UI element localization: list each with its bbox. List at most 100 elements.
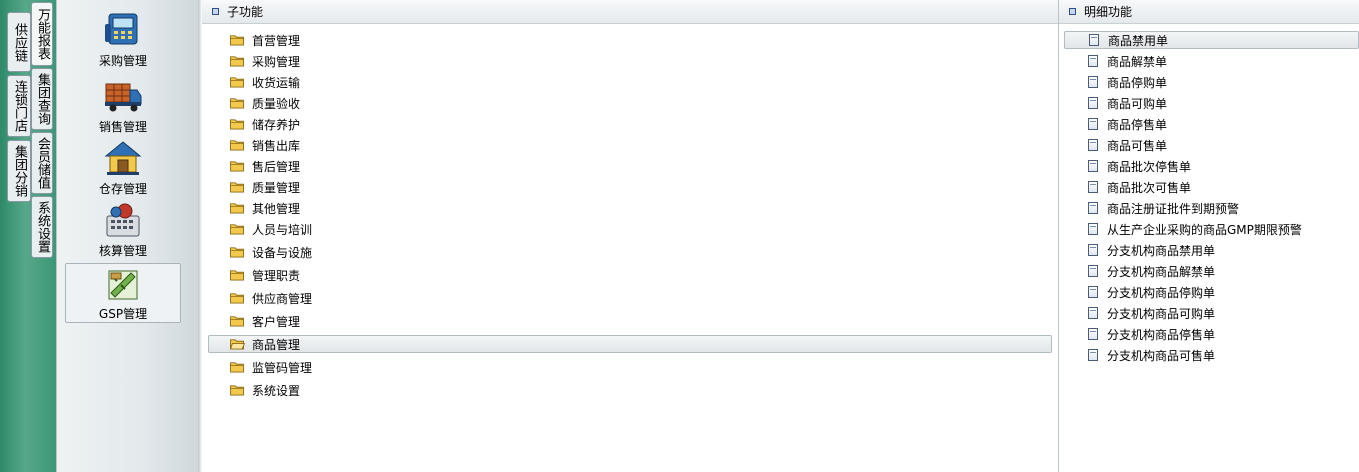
sub-function-item[interactable]: 质量验收 xyxy=(229,94,529,112)
folder-icon xyxy=(230,98,244,109)
document-icon xyxy=(1088,202,1098,214)
tab-label: 系统设置 xyxy=(35,201,50,253)
sub-function-label: 质量管理 xyxy=(252,180,301,195)
tab-label: 供应链 xyxy=(12,22,27,62)
sub-function-item[interactable]: 其他管理 xyxy=(229,199,529,217)
document-icon xyxy=(1088,244,1098,256)
folder-icon xyxy=(230,224,244,235)
module-warehouse[interactable]: 仓存管理 xyxy=(65,138,181,198)
detail-function-item[interactable]: 商品注册证批件到期预警 xyxy=(1088,199,1356,217)
detail-function-item[interactable]: 商品批次可售单 xyxy=(1088,178,1356,196)
sub-function-item[interactable]: 售后管理 xyxy=(229,157,529,175)
sub-function-item[interactable]: 收货运输 xyxy=(229,73,529,91)
module-accounting[interactable]: 核算管理 xyxy=(65,200,181,260)
tab-group-query[interactable]: 集团查询 xyxy=(31,68,53,130)
detail-function-item[interactable]: 从生产企业采购的商品GMP期限预警 xyxy=(1088,220,1356,238)
left-nav-strip: 万能报表 供应链 集团查询 连锁门店 会员储值 集团分销 系统设置 xyxy=(0,0,56,472)
module-label: 采购管理 xyxy=(98,54,147,68)
sub-function-item[interactable]: 管理职责 xyxy=(229,266,529,284)
detail-function-label: 商品停购单 xyxy=(1107,75,1168,90)
detail-function-label: 商品可售单 xyxy=(1107,138,1168,153)
document-icon xyxy=(1088,76,1098,88)
sub-function-label: 质量验收 xyxy=(252,96,301,111)
sub-function-item[interactable]: 采购管理 xyxy=(229,52,529,70)
tab-supply-chain[interactable]: 供应链 xyxy=(7,12,31,72)
folder-icon xyxy=(230,119,244,130)
open-folder-icon xyxy=(229,339,245,350)
sub-function-item[interactable]: 商品管理 xyxy=(208,335,1052,353)
sub-function-item[interactable]: 人员与培训 xyxy=(229,220,529,238)
detail-function-item[interactable]: 分支机构商品解禁单 xyxy=(1088,262,1356,280)
folder-icon xyxy=(230,293,244,304)
module-purchase[interactable]: 采购管理 xyxy=(65,10,181,70)
document-icon xyxy=(1088,349,1098,361)
sub-function-item[interactable]: 系统设置 xyxy=(229,381,529,399)
detail-function-item[interactable]: 商品可购单 xyxy=(1088,94,1356,112)
sub-function-item[interactable]: 销售出库 xyxy=(229,136,529,154)
document-icon xyxy=(1088,139,1098,151)
document-icon xyxy=(1088,223,1098,235)
detail-function-item[interactable]: 分支机构商品禁用单 xyxy=(1088,241,1356,259)
sub-panel-header: 子功能 xyxy=(202,0,1058,24)
detail-function-item[interactable]: 商品停购单 xyxy=(1088,73,1356,91)
sub-function-item[interactable]: 监管码管理 xyxy=(229,358,529,376)
detail-function-item[interactable]: 商品停售单 xyxy=(1088,115,1356,133)
sub-function-item[interactable]: 设备与设施 xyxy=(229,243,529,261)
module-column: 采购管理 销售管理 仓存管理 核算管理 GSP管理 xyxy=(56,0,199,472)
sub-function-label: 系统设置 xyxy=(252,383,301,398)
detail-function-label: 分支机构商品禁用单 xyxy=(1107,243,1216,258)
detail-function-label: 商品停售单 xyxy=(1107,117,1168,132)
sub-panel-title: 子功能 xyxy=(227,5,264,19)
gsp-icon xyxy=(108,270,138,300)
folder-icon xyxy=(230,35,244,46)
detail-function-label: 商品禁用单 xyxy=(1108,33,1169,48)
tab-system-settings[interactable]: 系统设置 xyxy=(31,196,53,258)
module-label: 仓存管理 xyxy=(98,182,147,196)
truck-icon xyxy=(105,83,142,112)
sub-function-label: 其他管理 xyxy=(252,201,301,216)
detail-function-item[interactable]: 分支机构商品停购单 xyxy=(1088,283,1356,301)
sub-function-label: 储存养护 xyxy=(252,117,301,132)
sub-function-label: 供应商管理 xyxy=(252,291,313,306)
detail-function-item[interactable]: 商品禁用单 xyxy=(1064,31,1359,49)
module-sales[interactable]: 销售管理 xyxy=(65,76,181,136)
sub-function-label: 收货运输 xyxy=(252,75,301,90)
document-icon xyxy=(1088,118,1098,130)
document-icon xyxy=(1089,34,1099,46)
folder-icon xyxy=(230,77,244,88)
sub-function-item[interactable]: 供应商管理 xyxy=(229,289,529,307)
detail-function-item[interactable]: 商品可售单 xyxy=(1088,136,1356,154)
folder-icon xyxy=(230,182,244,193)
document-icon xyxy=(1088,286,1098,298)
detail-function-label: 分支机构商品停购单 xyxy=(1107,285,1216,300)
detail-function-label: 商品批次停售单 xyxy=(1107,159,1192,174)
tab-member-stored-value[interactable]: 会员储值 xyxy=(31,132,53,194)
sub-function-label: 监管码管理 xyxy=(252,360,313,375)
document-icon xyxy=(1088,265,1098,277)
folder-icon xyxy=(230,203,244,214)
detail-function-item[interactable]: 分支机构商品可购单 xyxy=(1088,304,1356,322)
detail-function-label: 分支机构商品停售单 xyxy=(1107,327,1216,342)
module-label: 核算管理 xyxy=(98,244,147,258)
module-gsp[interactable]: GSP管理 xyxy=(65,263,181,323)
detail-function-item[interactable]: 商品批次停售单 xyxy=(1088,157,1356,175)
sub-function-label: 售后管理 xyxy=(252,159,301,174)
folder-icon xyxy=(230,316,244,327)
detail-function-label: 商品可购单 xyxy=(1107,96,1168,111)
tab-universal-report[interactable]: 万能报表 xyxy=(31,2,53,66)
folder-icon xyxy=(230,385,244,396)
tab-group-distribution[interactable]: 集团分销 xyxy=(7,140,31,202)
tab-chain-store[interactable]: 连锁门店 xyxy=(7,75,31,137)
detail-function-item[interactable]: 商品解禁单 xyxy=(1088,52,1356,70)
square-bullet-icon xyxy=(212,8,219,15)
detail-function-label: 分支机构商品可售单 xyxy=(1107,348,1216,363)
sub-function-label: 管理职责 xyxy=(252,268,301,283)
tab-label: 连锁门店 xyxy=(12,80,27,132)
detail-function-item[interactable]: 分支机构商品停售单 xyxy=(1088,325,1356,343)
sub-function-item[interactable]: 客户管理 xyxy=(229,312,529,330)
sub-function-item[interactable]: 首营管理 xyxy=(229,31,529,49)
document-icon xyxy=(1088,181,1098,193)
detail-function-item[interactable]: 分支机构商品可售单 xyxy=(1088,346,1356,364)
sub-function-item[interactable]: 储存养护 xyxy=(229,115,529,133)
sub-function-item[interactable]: 质量管理 xyxy=(229,178,529,196)
